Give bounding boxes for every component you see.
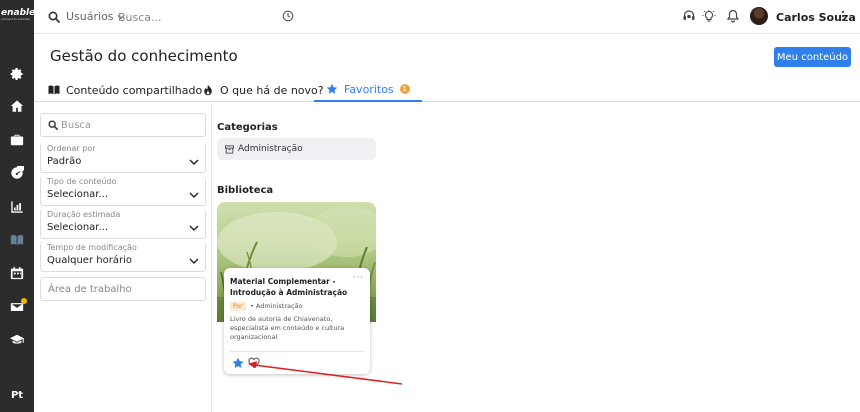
search-icon — [48, 120, 58, 130]
tab-shared-content[interactable]: Conteúdo compartilhado — [48, 78, 202, 102]
favorites-count-badge: 1 — [399, 84, 410, 94]
bell-icon[interactable] — [726, 9, 740, 23]
sidebar: enable/ connect to educate Pt — [0, 0, 39, 412]
notification-dot — [21, 298, 27, 304]
filter-search[interactable] — [40, 113, 206, 137]
content-type-select[interactable]: Tipo de conteúdo Selecionar... — [40, 176, 206, 206]
star-icon — [326, 83, 338, 94]
chevron-down-icon — [189, 159, 199, 165]
graduation-cap-icon[interactable] — [9, 332, 25, 348]
chart-icon[interactable] — [9, 199, 25, 215]
my-content-button[interactable]: Meu conteúdo — [774, 47, 851, 67]
card-language-tag: Por — [230, 302, 246, 311]
support-icon[interactable] — [682, 9, 696, 23]
home-icon[interactable] — [9, 98, 25, 114]
briefcase-icon[interactable] — [9, 132, 25, 148]
filters-panel: Ordenar por Padrão Tipo de conteúdo Sele… — [34, 103, 212, 412]
search-icon — [48, 11, 60, 23]
chevron-down-icon — [189, 225, 199, 231]
tab-label: Favoritos — [344, 82, 394, 96]
top-bar: Usuários Carlos Souza — [34, 0, 860, 34]
card-title[interactable]: Material Complementar - Introdução à Adm… — [230, 276, 350, 298]
sort-by-select[interactable]: Ordenar por Padrão — [40, 143, 206, 173]
page-title: Gestão do conhecimento — [50, 47, 238, 65]
modification-time-select[interactable]: Tempo de modificação Qualquer horário — [40, 242, 206, 272]
tab-bar: Conteúdo compartilhado O que há de novo?… — [34, 78, 860, 102]
archive-icon — [225, 144, 234, 154]
tab-label: Conteúdo compartilhado — [66, 83, 203, 97]
select-label: Tempo de modificação — [47, 243, 137, 252]
search-scope-label: Usuários — [66, 10, 114, 23]
select-label: Tipo de conteúdo — [47, 177, 117, 186]
category-chip[interactable]: Administração — [217, 138, 376, 160]
fire-icon — [204, 84, 212, 96]
chevron-down-icon — [189, 192, 199, 198]
select-label: Duração estimada — [47, 210, 121, 219]
tab-whats-new[interactable]: O que há de novo? — [202, 78, 324, 102]
chevron-down-icon — [189, 258, 199, 264]
book-open-icon — [48, 85, 60, 95]
tab-favorites[interactable]: Favoritos 1 — [314, 78, 422, 102]
calendar-icon[interactable] — [9, 265, 25, 281]
select-label: Ordenar por — [47, 144, 96, 153]
tab-label: O que há de novo? — [220, 83, 324, 97]
annotation-arrow — [248, 361, 403, 385]
select-value: Padrão — [47, 156, 82, 167]
gear-icon[interactable] — [9, 66, 25, 82]
search-scope-dropdown[interactable]: Usuários — [66, 10, 125, 23]
select-value: Selecionar... — [47, 222, 109, 233]
select-value: Qualquer horário — [47, 255, 132, 266]
global-search-input[interactable] — [118, 8, 288, 26]
filter-search-input[interactable] — [61, 118, 201, 132]
more-vertical-icon[interactable] — [840, 9, 846, 23]
mail-icon[interactable] — [9, 298, 27, 315]
lightbulb-icon[interactable] — [702, 9, 716, 23]
estimated-duration-select[interactable]: Duração estimada Selecionar... — [40, 209, 206, 239]
category-chip-label: Administração — [238, 144, 303, 154]
card-description: Livro de autoria de Chiavenato, especial… — [230, 315, 345, 341]
brand-logo[interactable]: enable/ connect to educate — [0, 8, 39, 30]
language-switcher[interactable]: Pt — [0, 390, 34, 401]
card-divider — [230, 351, 364, 352]
select-value: Selecionar... — [47, 189, 109, 200]
history-icon[interactable] — [282, 10, 294, 22]
library-title: Biblioteca — [217, 185, 274, 196]
card-more-menu[interactable]: ··· — [353, 273, 364, 282]
book-icon[interactable] — [9, 232, 25, 248]
avatar[interactable] — [750, 7, 768, 25]
categories-title: Categorias — [217, 122, 278, 133]
card-category: • Administração — [250, 302, 303, 310]
dashboard-icon[interactable] — [9, 165, 25, 181]
workspace-input[interactable]: Área de trabalho — [40, 277, 206, 301]
